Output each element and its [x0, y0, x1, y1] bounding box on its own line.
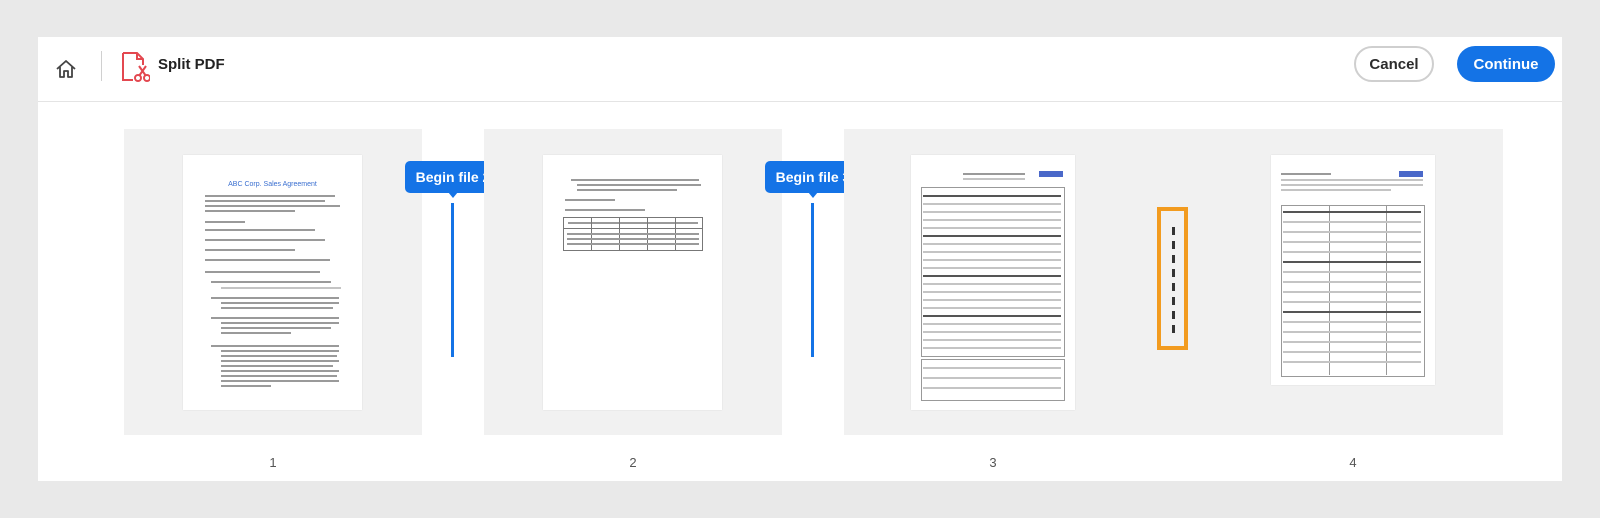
page-group-3-4 — [844, 129, 1503, 435]
home-button[interactable] — [52, 55, 80, 83]
split-line — [451, 203, 454, 357]
split-pdf-panel: Split PDF Cancel Continue ABC Corp. Sale… — [38, 37, 1562, 481]
page-thumbnail-3[interactable] — [911, 155, 1075, 410]
toolbar: Split PDF Cancel Continue — [38, 37, 1562, 102]
page-title: Split PDF — [158, 56, 225, 73]
split-handle[interactable] — [1157, 207, 1188, 350]
header-divider — [101, 51, 102, 81]
page-number-1: 1 — [269, 455, 277, 470]
split-line — [811, 203, 814, 357]
home-icon — [56, 60, 76, 78]
split-pdf-icon — [122, 52, 150, 82]
page-number-3: 3 — [989, 455, 997, 470]
pricing-table — [563, 217, 703, 251]
page-number-2: 2 — [629, 455, 637, 470]
cancel-button[interactable]: Cancel — [1354, 46, 1434, 82]
page-card-1[interactable]: ABC Corp. Sales Agreement — [124, 129, 422, 435]
page-thumbnail-2 — [543, 155, 722, 410]
page-card-2[interactable] — [484, 129, 782, 435]
page-thumbnail-1: ABC Corp. Sales Agreement — [183, 155, 362, 410]
page-number-4: 4 — [1349, 455, 1357, 470]
document-heading: ABC Corp. Sales Agreement — [228, 181, 317, 188]
page-thumbnail-4[interactable] — [1271, 155, 1435, 385]
continue-button[interactable]: Continue — [1457, 46, 1555, 82]
